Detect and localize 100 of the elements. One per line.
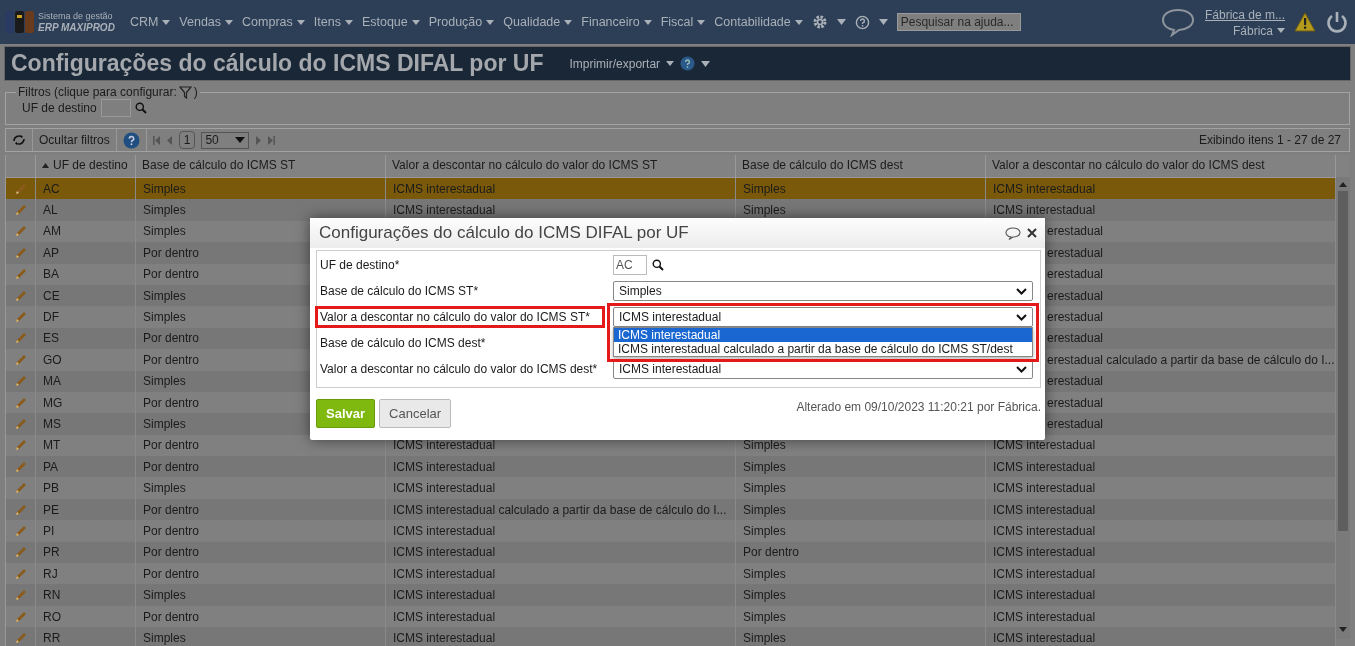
table-cell: ICMS interestadual (393, 630, 496, 645)
caret-icon[interactable] (836, 19, 846, 25)
pencil-icon[interactable] (13, 245, 28, 260)
filter-label: UF de destino (22, 101, 97, 115)
last-page-icon[interactable] (267, 135, 276, 145)
field-label: Base de cálculo do ICMS ST* (319, 283, 480, 300)
pencil-icon[interactable] (13, 459, 28, 474)
close-icon[interactable] (1027, 228, 1037, 238)
warning-icon[interactable] (1294, 12, 1316, 32)
pencil-icon[interactable] (13, 523, 28, 538)
help-search-field[interactable]: Pesquisar na ajuda... (896, 13, 1021, 31)
pencil-icon[interactable] (13, 566, 28, 581)
menu-item[interactable]: Fiscal (660, 15, 694, 29)
previous-page-icon[interactable] (166, 135, 173, 145)
pencil-icon[interactable] (13, 417, 28, 431)
table-cell: ICMS interestadual (393, 523, 496, 538)
pencil-icon[interactable] (13, 331, 28, 346)
caret-icon[interactable] (411, 19, 420, 25)
select-field[interactable]: ICMS interestadual (613, 307, 1033, 327)
export-menu[interactable]: Imprimir/exportar (569, 56, 661, 71)
caret-icon[interactable] (643, 19, 652, 25)
pencil-icon[interactable] (13, 224, 28, 239)
select-field[interactable]: Simples (613, 281, 1033, 301)
caret-icon (235, 137, 246, 143)
menu-item[interactable]: Contabilidade (714, 15, 791, 29)
search-icon[interactable] (652, 259, 664, 271)
filter-input-field[interactable] (100, 99, 131, 117)
table-cell: Simples (743, 203, 786, 218)
caret-icon[interactable] (486, 19, 495, 25)
menu-item[interactable]: Produção (428, 15, 483, 29)
menu-item[interactable]: Itens (313, 15, 341, 29)
caret-icon[interactable] (794, 19, 803, 25)
refresh-icon[interactable] (12, 134, 26, 146)
table-row[interactable]: RN Simples ICMS interestadual Simples ICMS interestadual (6, 584, 1336, 606)
uf-input-field[interactable]: AC (613, 255, 647, 275)
page-size-select[interactable]: 50 (201, 131, 250, 149)
pencil-icon[interactable] (13, 588, 28, 603)
menu-item[interactable]: Estoque (361, 15, 408, 29)
pencil-icon[interactable] (13, 203, 28, 218)
caret-icon[interactable] (697, 19, 706, 25)
pencil-icon[interactable] (13, 181, 28, 196)
profile-menu[interactable]: Fábrica (1233, 23, 1273, 38)
chat-icon[interactable] (1159, 7, 1196, 37)
help-icon[interactable] (122, 131, 140, 149)
table-cell: Por dentro (143, 438, 200, 453)
help-icon[interactable] (680, 56, 696, 71)
table-row[interactable]: PE Por dentro ICMS interestadual calculado a partir da base de cálculo do I... Simples ICMS interestadual (6, 498, 1336, 521)
table-row[interactable]: AL Simples ICMS interestadual Simples ICMS interestadual (6, 199, 1336, 221)
hide-filters-button[interactable]: Ocultar filtros (39, 133, 110, 147)
caret-icon[interactable] (1277, 28, 1285, 33)
save-button[interactable]: Salvar (316, 399, 376, 428)
table-row[interactable]: PR Por dentro ICMS interestadual Por dentro ICMS interestadual (6, 541, 1336, 564)
filter-icon[interactable] (178, 85, 192, 99)
column-header[interactable]: Valor a descontar no cálculo do valor do ICMS dest (986, 155, 1336, 177)
pencil-icon[interactable] (13, 630, 28, 645)
column-header[interactable]: Base de cálculo do ICMS ST (136, 155, 386, 177)
pencil-icon[interactable] (13, 395, 28, 410)
pencil-icon[interactable] (13, 438, 28, 453)
pencil-icon[interactable] (13, 352, 28, 367)
cancel-button[interactable]: Cancelar (379, 399, 452, 428)
table-cell: RO (43, 609, 61, 624)
caret-icon[interactable] (666, 61, 675, 66)
caret-icon[interactable] (296, 19, 305, 25)
pencil-icon[interactable] (13, 481, 28, 496)
pencil-icon[interactable] (13, 609, 28, 624)
caret-icon[interactable] (162, 19, 171, 25)
caret-icon[interactable] (701, 60, 711, 67)
filters-legend[interactable]: Filtros (clique para configurar: (18, 85, 177, 99)
menu-item[interactable]: CRM (129, 15, 159, 29)
pencil-icon[interactable] (13, 502, 28, 517)
settings-icon[interactable] (811, 14, 828, 30)
menu-item[interactable]: Financeiro (581, 15, 640, 29)
pencil-icon[interactable] (13, 545, 28, 560)
table-row[interactable]: AC Simples ICMS interestadual Simples ICMS interestadual (6, 178, 1336, 200)
dropdown-option[interactable]: ICMS interestadual (614, 328, 1032, 342)
company-link[interactable]: Fábrica de m... (1204, 6, 1285, 24)
column-header[interactable]: Valor a descontar no cálculo do valor do ICMS ST (386, 155, 736, 177)
first-page-icon[interactable] (152, 135, 161, 145)
column-header[interactable]: Base de cálculo do ICMS dest (736, 155, 986, 177)
column-header[interactable]: UF de destino (36, 155, 136, 177)
pencil-icon[interactable] (13, 374, 28, 389)
table-cell: Por dentro (143, 245, 200, 260)
menu-item[interactable]: Qualidade (503, 15, 561, 29)
caret-icon[interactable] (344, 19, 353, 25)
caret-icon[interactable] (564, 19, 573, 25)
caret-icon[interactable] (878, 19, 888, 25)
table-cell: Simples (743, 502, 786, 517)
pencil-icon[interactable] (13, 288, 28, 303)
help-icon[interactable] (854, 14, 870, 30)
page-number[interactable]: 1 (178, 131, 196, 149)
table-row[interactable]: PA Por dentro ICMS interestadual Simples ICMS interestadual (6, 456, 1336, 478)
menu-item[interactable]: Compras (242, 15, 293, 29)
next-page-icon[interactable] (255, 135, 262, 145)
caret-icon[interactable] (225, 19, 234, 25)
comment-icon[interactable] (1005, 226, 1021, 240)
pencil-icon[interactable] (13, 267, 28, 282)
table-row[interactable]: RR Simples ICMS interestadual Simples ICMS interestadual (6, 627, 1336, 646)
power-icon[interactable] (1325, 10, 1349, 34)
pencil-icon[interactable] (13, 310, 28, 325)
menu-item[interactable]: Vendas (179, 15, 222, 29)
